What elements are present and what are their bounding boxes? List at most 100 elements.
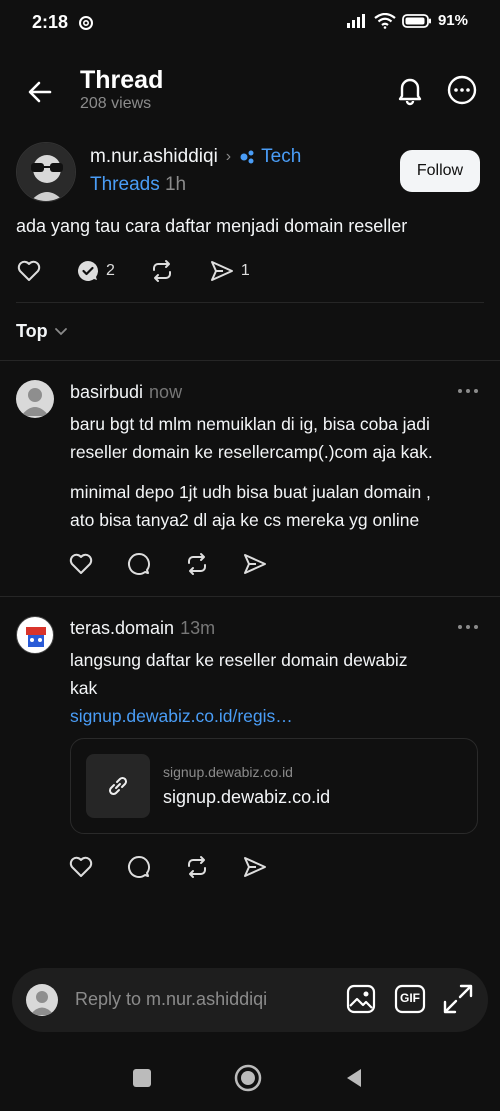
brand-avatar-icon — [26, 627, 46, 647]
battery-level: 91 — [437, 12, 455, 29]
reply-avatar[interactable] — [16, 380, 54, 418]
topic-dots-icon — [240, 150, 254, 164]
replied-check-icon — [78, 261, 98, 281]
default-avatar-icon — [21, 388, 49, 416]
status-time: 2:18 — [32, 12, 69, 32]
sort-dropdown[interactable]: Top — [16, 321, 68, 342]
composer-avatar — [26, 984, 58, 1016]
page-title: Thread — [80, 66, 164, 94]
reply-header: teras.domain 13m — [70, 618, 215, 639]
comment-icon — [128, 856, 150, 878]
link-preview-title: signup.dewabiz.co.id — [163, 787, 331, 807]
repost-icon — [188, 856, 206, 878]
link-icon — [108, 776, 128, 796]
chevron-right-icon: › — [225, 148, 232, 165]
back-button[interactable] — [22, 74, 58, 110]
divider — [0, 360, 500, 361]
reply-text: langsung daftar ke reseller domain dewab… — [70, 650, 408, 670]
like-button[interactable] — [68, 854, 94, 880]
reply-time: now — [149, 382, 183, 402]
bell-icon — [398, 78, 422, 106]
circle-home-icon — [234, 1064, 262, 1092]
repost-icon — [152, 260, 171, 282]
image-icon — [346, 984, 376, 1014]
author-avatar[interactable] — [16, 142, 76, 202]
heart-icon — [17, 260, 41, 281]
gif-label: GIF — [400, 991, 420, 1005]
reply-text: minimal depo 1jt udh bisa buat jualan do… — [70, 482, 431, 502]
view-count: 208 views — [80, 95, 152, 112]
comment-icon — [128, 553, 150, 575]
reply-actions — [68, 551, 268, 577]
share-button[interactable]: 1 — [209, 258, 250, 284]
wifi-icon — [374, 12, 396, 29]
reply-link[interactable]: signup.dewabiz.co.id/regis… — [70, 706, 293, 727]
back-nav-button[interactable] — [338, 1062, 370, 1094]
reply-button[interactable] — [126, 551, 152, 577]
reply-avatar[interactable] — [16, 616, 54, 654]
send-icon — [244, 857, 266, 877]
image-button[interactable] — [344, 982, 378, 1016]
like-button[interactable] — [68, 551, 94, 577]
follow-button[interactable]: Follow — [400, 150, 480, 192]
more-options-button[interactable] — [444, 72, 480, 108]
divider — [0, 596, 500, 597]
author-line-2: Threads 1h — [90, 174, 186, 196]
expand-button[interactable] — [441, 982, 475, 1016]
threads-notification-icon — [78, 15, 94, 31]
more-circle-icon — [447, 75, 477, 105]
share-count: 1 — [240, 262, 250, 279]
repost-button[interactable] — [184, 854, 210, 880]
arrow-left-icon — [28, 81, 52, 103]
topic-tag[interactable]: Tech — [239, 146, 301, 168]
battery-icon — [402, 13, 432, 29]
link-icon-box — [86, 754, 150, 818]
post-time: 1h — [164, 174, 187, 195]
chevron-down-icon — [54, 327, 67, 335]
repost-button[interactable] — [184, 551, 210, 577]
gif-button[interactable]: GIF — [393, 982, 427, 1016]
reply-time: 13m — [180, 618, 216, 638]
status-indicators: 91% — [346, 12, 468, 29]
reply-text: kak — [70, 678, 98, 698]
square-icon — [133, 1069, 151, 1087]
recents-button[interactable] — [126, 1062, 158, 1094]
signal-icon — [346, 13, 368, 29]
reply-more-button[interactable] — [456, 386, 480, 396]
heart-icon — [69, 553, 93, 574]
author-line: m.nur.ashiddiqi › Tech — [90, 146, 301, 168]
heart-icon — [69, 856, 93, 877]
reply-actions — [68, 854, 268, 880]
expand-icon — [443, 984, 473, 1014]
home-button[interactable] — [232, 1062, 264, 1094]
reply-text: baru bgt td mlm nemuiklan di ig, bisa co… — [70, 414, 430, 434]
share-button[interactable] — [242, 854, 268, 880]
reply-text: reseller domain ke resellercamp(.)com aj… — [70, 442, 433, 462]
send-icon — [210, 261, 233, 281]
link-preview-domain: signup.dewabiz.co.id — [163, 764, 293, 780]
notify-button[interactable] — [392, 72, 428, 108]
repost-button[interactable] — [149, 258, 175, 284]
divider — [16, 302, 484, 303]
reply-button[interactable] — [126, 854, 152, 880]
default-avatar-icon — [30, 991, 54, 1015]
author-name[interactable]: m.nur.ashiddiqi — [90, 146, 218, 168]
reply-author[interactable]: basirbudi — [70, 382, 143, 402]
share-button[interactable] — [242, 551, 268, 577]
like-button[interactable] — [16, 258, 42, 284]
more-horizontal-icon — [458, 389, 478, 393]
reply-text: ato bisa tanya2 dl aja ke cs mereka yg o… — [70, 510, 420, 530]
reply-input[interactable]: Reply to m.nur.ashiddiqi — [75, 989, 267, 1010]
reply-more-button[interactable] — [456, 622, 480, 632]
post-actions: 2 1 — [16, 258, 250, 284]
topic-tag-continued[interactable]: Threads — [90, 174, 160, 195]
triangle-back-icon — [347, 1069, 361, 1087]
repost-icon — [188, 553, 206, 575]
reply-author[interactable]: teras.domain — [70, 618, 174, 638]
reply-count: 2 — [106, 262, 115, 279]
more-horizontal-icon — [458, 625, 478, 629]
reply-header: basirbudi now — [70, 382, 182, 403]
sort-label: Top — [16, 321, 48, 341]
send-icon — [244, 554, 266, 574]
reply-button[interactable]: 2 — [76, 259, 115, 283]
